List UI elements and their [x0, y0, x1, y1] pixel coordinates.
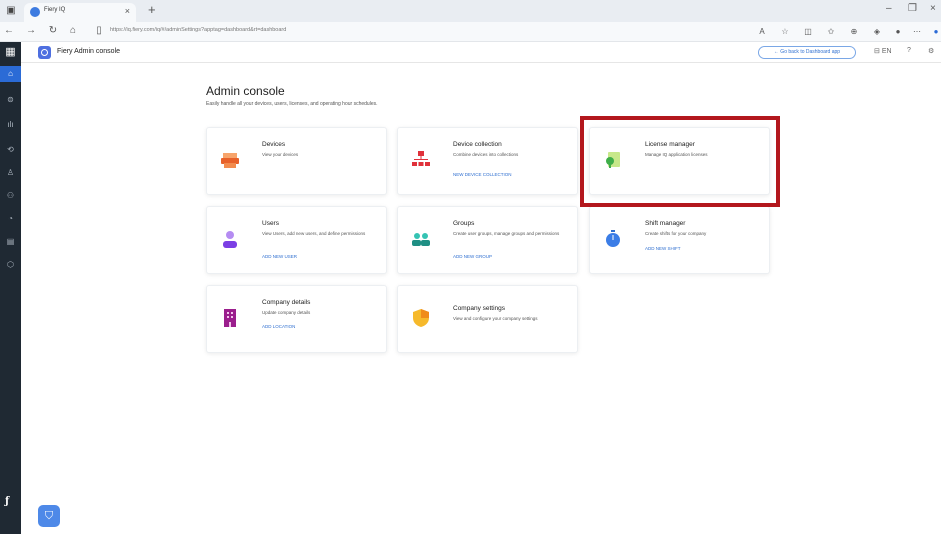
- card-description: Create user groups, manage groups and pe…: [453, 231, 560, 236]
- tab-close-icon[interactable]: ×: [125, 6, 130, 16]
- card-device-collection[interactable]: Device collection Combine devices into c…: [397, 127, 578, 195]
- card-description: View Users, add new users, and define pe…: [262, 231, 366, 236]
- sidebar-devices-icon[interactable]: ⊜: [0, 92, 21, 108]
- card-company-settings[interactable]: Company settings View and configure your…: [397, 285, 578, 353]
- more-options-icon[interactable]: ⋯: [912, 27, 922, 37]
- card-devices[interactable]: Devices View your devices: [206, 127, 387, 195]
- user-icon: [223, 231, 237, 248]
- page-title: Admin console: [206, 84, 285, 98]
- card-title: Shift manager: [645, 220, 686, 227]
- favorite-star-icon[interactable]: ☆: [780, 27, 790, 37]
- go-back-dashboard-button[interactable]: ← Go back to Dashboard app: [758, 46, 856, 59]
- browser-toolbar: ← → ↻ ⌂ ▯ https://iq.fiery.com/iq/#/admi…: [0, 22, 941, 42]
- page-subtitle: Easily handle all your devices, users, l…: [206, 101, 378, 107]
- sidebar-analytics-icon[interactable]: ılı: [0, 117, 21, 133]
- card-title: Users: [262, 220, 279, 227]
- app-window: ▣ Fiery IQ × + – ❐ × ← → ↻ ⌂ ▯ https://i…: [0, 0, 941, 534]
- card-description: Create shifts for your company: [645, 231, 707, 236]
- card-description: Combine devices into collections: [453, 152, 519, 157]
- shield-settings-icon: [413, 309, 429, 327]
- new-device-collection-link[interactable]: NEW DEVICE COLLECTION: [453, 172, 512, 177]
- extensions-icon[interactable]: ◈: [872, 27, 882, 37]
- app-title: Fiery Admin console: [57, 48, 121, 55]
- favorites-icon[interactable]: ✩: [826, 27, 836, 37]
- refresh-icon[interactable]: ↻: [46, 25, 60, 36]
- fiery-favicon-icon: [30, 7, 40, 17]
- collections-icon[interactable]: ⊕: [849, 27, 859, 37]
- fiery-admin-logo-icon: [38, 46, 51, 59]
- sidebar-shield-icon[interactable]: ⬡: [0, 257, 21, 273]
- app-header: ▦ Fiery Admin console ← Go back to Dashb…: [0, 42, 941, 63]
- language-code: EN: [881, 48, 892, 55]
- tab-title: Fiery IQ: [44, 7, 66, 13]
- profile-icon[interactable]: ●: [893, 27, 903, 37]
- help-icon[interactable]: ?: [907, 47, 911, 54]
- add-new-group-link[interactable]: ADD NEW GROUP: [453, 254, 492, 259]
- groups-icon: [412, 233, 430, 246]
- sidebar-jobs-icon[interactable]: ⟲: [0, 142, 21, 158]
- security-shield-button[interactable]: ⛉: [38, 505, 60, 527]
- browser-tab[interactable]: Fiery IQ ×: [24, 3, 136, 22]
- new-tab-button[interactable]: +: [148, 2, 156, 17]
- stopwatch-icon: [606, 230, 620, 247]
- address-bar-url[interactable]: https://iq.fiery.com/iq/#/adminSettings?…: [110, 27, 286, 33]
- card-title: Devices: [262, 141, 286, 148]
- lock-icon: ▯: [96, 25, 102, 36]
- card-title: Groups: [453, 220, 475, 227]
- close-window-button[interactable]: ×: [930, 3, 936, 14]
- add-new-shift-link[interactable]: ADD NEW SHIFT: [645, 246, 681, 251]
- printer-icon: [221, 153, 239, 168]
- sidebar-user-icon[interactable]: ♙: [0, 165, 21, 181]
- language-selector[interactable]: ⊟ EN: [874, 47, 892, 55]
- read-aloud-icon[interactable]: A: [757, 27, 767, 37]
- copilot-icon[interactable]: ●: [931, 27, 941, 37]
- sidebar-home-icon[interactable]: ⌂: [0, 66, 21, 82]
- card-groups[interactable]: Groups Create user groups, manage groups…: [397, 206, 578, 274]
- fiery-brand-logo-icon: ƒ: [5, 496, 10, 507]
- card-title: Company details: [262, 299, 311, 306]
- maximize-button[interactable]: ❐: [908, 3, 917, 14]
- card-company-details[interactable]: Company details Update company details A…: [206, 285, 387, 353]
- card-description: View your devices: [262, 152, 299, 157]
- sidebar-document-icon[interactable]: ▤: [0, 234, 21, 250]
- sidebar-timer-icon[interactable]: ◔: [0, 211, 21, 227]
- forward-arrow-icon[interactable]: →: [24, 25, 38, 36]
- back-arrow-icon[interactable]: ←: [2, 25, 16, 36]
- add-location-link[interactable]: ADD LOCATION: [262, 324, 295, 329]
- split-screen-icon[interactable]: ◫: [803, 27, 813, 37]
- left-sidebar: ⌂ ⊜ ılı ⟲ ♙ ⚇ ◔ ▤ ⬡ ƒ: [0, 63, 21, 534]
- highlight-box: [580, 116, 780, 207]
- minimize-button[interactable]: –: [886, 3, 892, 14]
- settings-icon[interactable]: ⚙: [928, 47, 934, 55]
- browser-tab-strip: ▣ Fiery IQ × + – ❐ ×: [0, 0, 941, 22]
- card-description: Update company details: [262, 310, 311, 315]
- window-menu-icon[interactable]: ▣: [4, 4, 18, 18]
- add-new-user-link[interactable]: ADD NEW USER: [262, 254, 297, 259]
- card-description: View and configure your company settings: [453, 316, 538, 321]
- card-users[interactable]: Users View Users, add new users, and def…: [206, 206, 387, 274]
- org-tree-icon: [412, 151, 430, 166]
- building-icon: [224, 309, 236, 327]
- card-title: Device collection: [453, 141, 502, 148]
- card-title: Company settings: [453, 305, 506, 312]
- app-launcher-grid-icon[interactable]: ▦: [0, 42, 21, 63]
- sidebar-groups-icon[interactable]: ⚇: [0, 188, 21, 204]
- home-icon[interactable]: ⌂: [66, 25, 80, 36]
- card-shift-manager[interactable]: Shift manager Create shifts for your com…: [589, 206, 770, 274]
